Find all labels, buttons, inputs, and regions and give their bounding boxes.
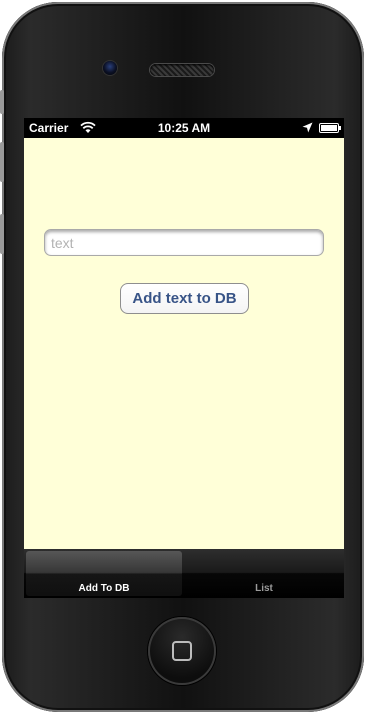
add-text-to-db-button[interactable]: Add text to DB — [120, 283, 249, 314]
tab-bar: Add To DB List — [24, 549, 344, 598]
location-arrow-icon — [302, 122, 313, 133]
tab-list[interactable]: List — [186, 551, 342, 596]
mute-switch — [0, 90, 4, 114]
battery-icon — [319, 123, 341, 133]
speaker-grille — [150, 64, 214, 76]
camera-icon — [103, 61, 117, 75]
tab-list-label: List — [255, 583, 273, 594]
volume-down-button — [0, 214, 4, 254]
text-input[interactable] — [44, 229, 324, 256]
tab-add-to-db[interactable]: Add To DB — [26, 551, 182, 596]
status-bar: Carrier 10:25 AM — [24, 118, 344, 138]
tab-add-to-db-label: Add To DB — [78, 583, 130, 594]
clock: 10:25 AM — [157, 121, 211, 135]
screen: Carrier 10:25 AM Add text to DB — [24, 118, 344, 598]
home-button[interactable] — [148, 617, 216, 685]
home-button-icon — [172, 641, 192, 661]
volume-up-button — [0, 142, 4, 182]
